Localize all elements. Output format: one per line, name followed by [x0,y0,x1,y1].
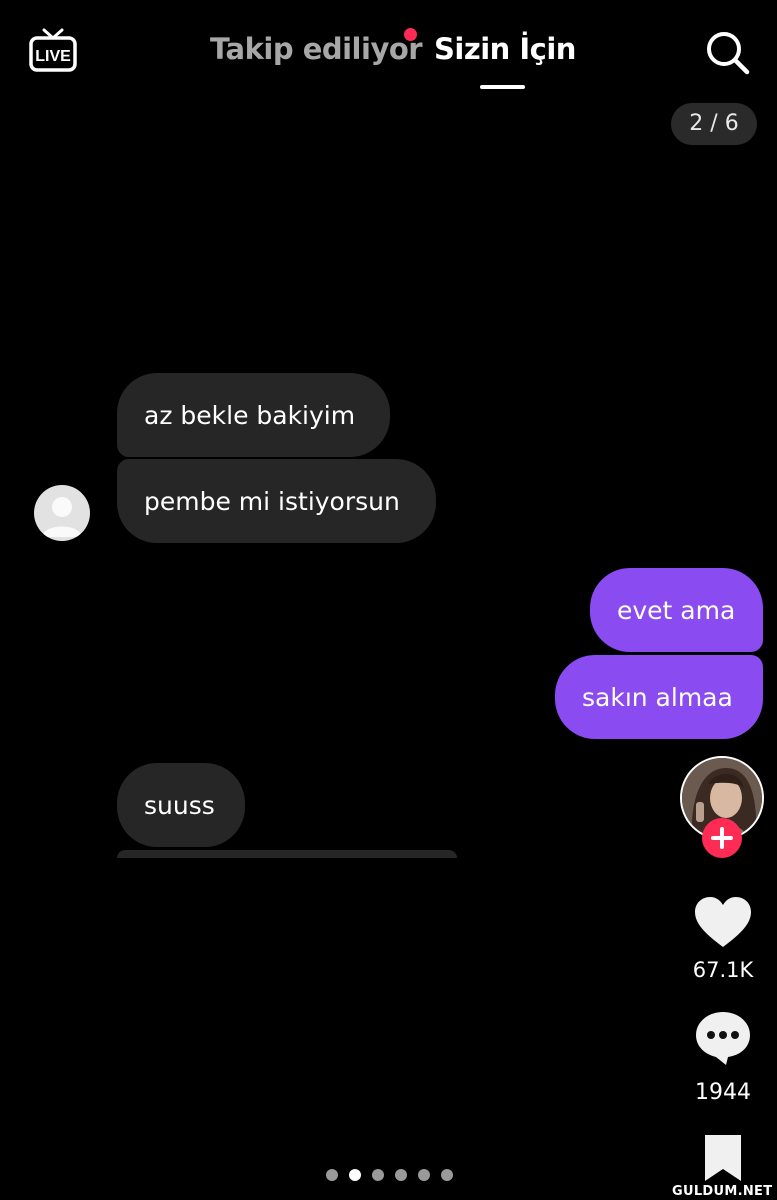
search-button[interactable] [703,28,751,76]
follow-button[interactable] [702,818,742,858]
default-user-icon [42,497,82,537]
live-button[interactable]: LIVE [28,26,78,76]
carousel-dot-active[interactable] [349,1169,361,1181]
bookmark-button[interactable] [701,1133,745,1183]
like-count: 67.1K [692,958,754,982]
bookmark-icon [705,1135,741,1181]
outgoing-message: evet ama [590,568,763,652]
page-counter: 2 / 6 [671,103,757,145]
incoming-message: suuss [117,763,245,847]
tab-for-you[interactable]: Sizin İçin [434,32,576,66]
incoming-message: pembe mi istiyorsun [117,459,436,543]
comment-icon [696,1012,750,1065]
like-button[interactable] [694,897,752,949]
carousel-dot[interactable] [372,1169,384,1181]
carousel-dot[interactable] [441,1169,453,1181]
incoming-message-partial [117,850,457,858]
active-tab-indicator [480,85,525,89]
incoming-message: az bekle bakiyim [117,373,390,457]
comment-count: 1944 [695,1080,751,1105]
svg-text:LIVE: LIVE [35,48,71,65]
live-tv-icon: LIVE [29,28,77,72]
carousel-indicator [326,1169,453,1181]
outgoing-message: sakın almaa [555,655,763,739]
tab-following[interactable]: Takip ediliyor [210,32,423,66]
sender-avatar [34,485,90,541]
carousel-dot[interactable] [395,1169,407,1181]
heart-icon [695,897,751,947]
comment-button[interactable] [694,1010,752,1066]
carousel-dot[interactable] [418,1169,430,1181]
search-icon [707,32,750,75]
notification-dot [404,28,417,41]
plus-icon [711,827,733,849]
watermark: GULDUM.NET [672,1184,773,1199]
carousel-dot[interactable] [326,1169,338,1181]
